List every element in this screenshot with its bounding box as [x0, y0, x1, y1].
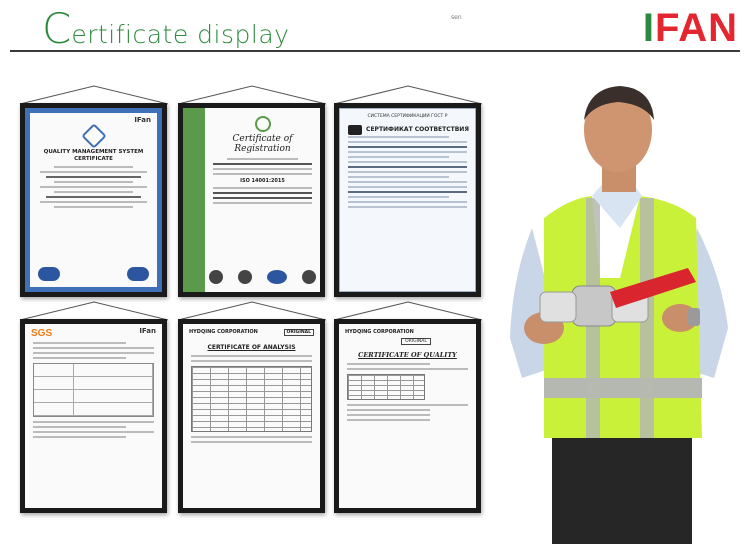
certificate-frame-quality-management: IFan QUALITY MANAGEMENT SYSTEM CERTIFICA…	[20, 103, 167, 297]
accreditation-logos	[209, 270, 316, 284]
brand-logo-i: I	[642, 6, 655, 50]
quality-table	[347, 374, 425, 400]
brand-logo-fan: FAN	[655, 6, 738, 50]
original-stamp: ORIGINAL	[401, 338, 431, 345]
original-stamp: ORIGINAL	[283, 329, 314, 336]
certificate-paper: СИСТЕМА СЕРТИФИКАЦИИ ГОСТ Р СЕРТИФИКАТ С…	[339, 108, 476, 292]
certificate-logo: IFan	[134, 116, 151, 124]
accreditation-logos	[38, 267, 149, 281]
certificate-paper: HYDQING CORPORATION ORIGINAL CERTIFICATE…	[183, 324, 320, 508]
certificate-frame-quality: HYDQING CORPORATION ORIGINAL CERTIFICATE…	[334, 319, 481, 513]
certificate-paper: HYDQING CORPORATION ORIGINAL CERTIFICATE…	[339, 324, 476, 508]
certificate-frame-analysis: HYDQING CORPORATION ORIGINAL CERTIFICATE…	[178, 319, 325, 513]
gost-mark-icon	[348, 125, 362, 135]
certificate-frame-registration: Certificate of Registration ISO 14001:20…	[178, 103, 325, 297]
sgs-logo: SGS	[31, 328, 53, 339]
certificate-title: CERTIFICATE OF QUALITY	[358, 351, 457, 359]
certificate-paper: SGS IFan	[25, 324, 162, 508]
certificate-title: Certificate of Registration	[232, 134, 293, 154]
certificate-title: CERTIFICATE OF ANALYSIS	[207, 344, 296, 351]
certificate-emblem-icon	[80, 123, 107, 149]
frame-hangers-row1	[19, 85, 483, 321]
analysis-table	[191, 366, 312, 432]
certificate-title: QUALITY MANAGEMENT SYSTEM CERTIFICATE	[43, 149, 144, 162]
certificate-seal-icon	[254, 116, 271, 132]
certificate-company: HYDQING CORPORATION	[345, 329, 414, 335]
brand-logo: IFAN	[643, 6, 738, 51]
certificate-company: HYDQING CORPORATION	[189, 329, 258, 335]
certificate-table	[33, 363, 154, 417]
certificate-frame-gost: СИСТЕМА СЕРТИФИКАЦИИ ГОСТ Р СЕРТИФИКАТ С…	[334, 103, 481, 297]
certificate-paper: Certificate of Registration ISO 14001:20…	[183, 108, 320, 292]
certificate-title: СЕРТИФИКАТ СООТВЕТСТВИЯ	[366, 126, 469, 133]
certificate-frame-sgs: SGS IFan	[20, 319, 167, 513]
certificate-header: СИСТЕМА СЕРТИФИКАЦИИ ГОСТ Р	[367, 114, 448, 119]
person-photo	[510, 86, 728, 544]
certificate-paper: IFan QUALITY MANAGEMENT SYSTEM CERTIFICA…	[25, 108, 162, 292]
certificate-standard: ISO 14001:2015	[240, 178, 285, 184]
certificate-logo: IFan	[139, 327, 156, 335]
